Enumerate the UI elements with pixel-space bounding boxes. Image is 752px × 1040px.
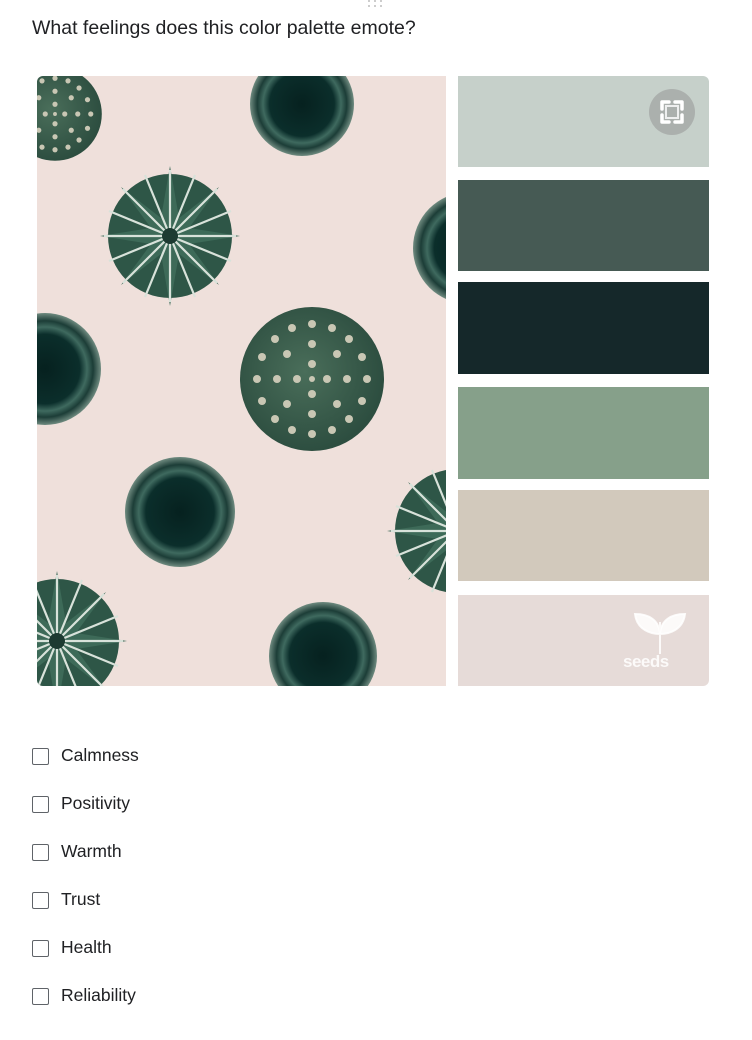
option-health[interactable]: Health [32,936,332,962]
option-label: Warmth [61,841,122,861]
leaf-icon [633,612,687,654]
option-label: Reliability [61,985,136,1005]
checkbox[interactable] [32,844,49,861]
color-swatch-5 [458,490,709,581]
dark-pot-center [125,457,235,567]
option-label: Calmness [61,745,139,765]
fullscreen-icon [660,100,684,124]
color-swatch-3 [458,282,709,374]
drag-handle-icon[interactable] [366,0,386,8]
fullscreen-button[interactable] [649,89,695,135]
option-warmth[interactable]: Warmth [32,840,332,866]
color-swatch-2 [458,180,709,271]
seeds-watermark-text: seeds [623,652,669,671]
option-label: Positivity [61,793,131,813]
checkbox[interactable] [32,796,49,813]
option-label: Trust [61,889,101,909]
question-title: What feelings does this color palette em… [32,17,416,39]
checkbox[interactable] [32,988,49,1005]
option-calmness[interactable]: Calmness [32,744,332,770]
seeds-watermark: seeds [623,612,697,674]
cactus-photo [37,76,446,686]
option-trust[interactable]: Trust [32,888,332,914]
option-positivity[interactable]: Positivity [32,792,332,818]
checkbox[interactable] [32,892,49,909]
ball-cactus-center [240,307,384,451]
option-reliability[interactable]: Reliability [32,984,332,1010]
star-cactus-top [98,164,242,308]
color-swatch-4 [458,387,709,479]
option-label: Health [61,937,112,957]
checkbox[interactable] [32,748,49,765]
palette-image: seeds [37,76,709,686]
checkbox[interactable] [32,940,49,957]
